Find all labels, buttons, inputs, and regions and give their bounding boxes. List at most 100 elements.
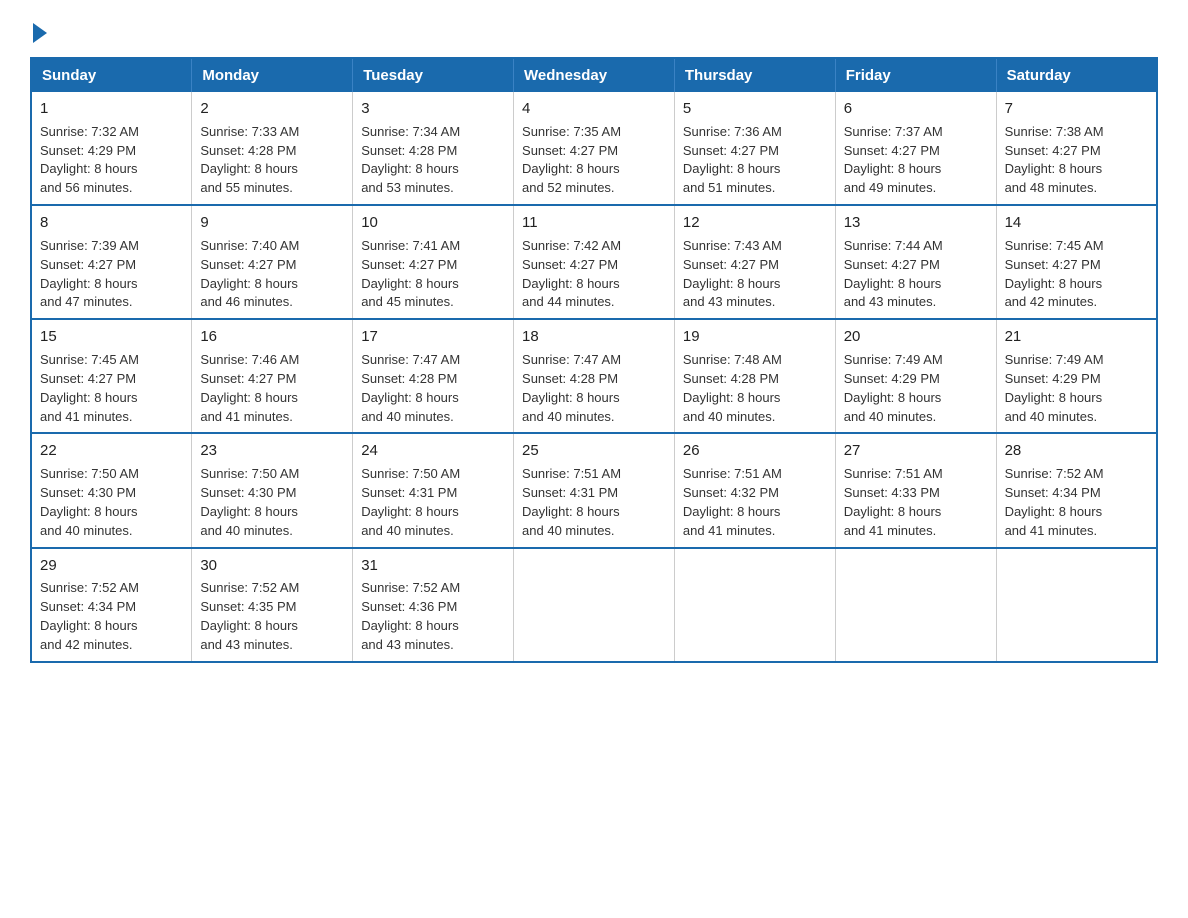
day-number: 2 xyxy=(200,98,344,120)
daylight-text: Daylight: 8 hours xyxy=(200,618,298,633)
daylight-text: Daylight: 8 hours xyxy=(522,276,620,291)
sunrise-text: Sunrise: 7:36 AM xyxy=(683,124,782,139)
sunset-text: Sunset: 4:36 PM xyxy=(361,599,457,614)
calendar-week-row: 29 Sunrise: 7:52 AM Sunset: 4:34 PM Dayl… xyxy=(31,548,1157,662)
day-number: 19 xyxy=(683,326,827,348)
daylight-text2: and 41 minutes. xyxy=(200,409,293,424)
sunrise-text: Sunrise: 7:32 AM xyxy=(40,124,139,139)
day-number: 17 xyxy=(361,326,505,348)
sunset-text: Sunset: 4:27 PM xyxy=(844,257,940,272)
daylight-text: Daylight: 8 hours xyxy=(522,390,620,405)
weekday-header-friday: Friday xyxy=(835,58,996,92)
daylight-text2: and 40 minutes. xyxy=(522,409,615,424)
day-number: 23 xyxy=(200,440,344,462)
daylight-text2: and 41 minutes. xyxy=(844,523,937,538)
weekday-header-saturday: Saturday xyxy=(996,58,1157,92)
day-number: 31 xyxy=(361,555,505,577)
sunrise-text: Sunrise: 7:42 AM xyxy=(522,238,621,253)
day-number: 24 xyxy=(361,440,505,462)
sunrise-text: Sunrise: 7:45 AM xyxy=(40,352,139,367)
daylight-text: Daylight: 8 hours xyxy=(844,504,942,519)
calendar-cell: 23 Sunrise: 7:50 AM Sunset: 4:30 PM Dayl… xyxy=(192,433,353,547)
calendar-cell: 19 Sunrise: 7:48 AM Sunset: 4:28 PM Dayl… xyxy=(674,319,835,433)
daylight-text: Daylight: 8 hours xyxy=(40,504,138,519)
daylight-text: Daylight: 8 hours xyxy=(683,504,781,519)
daylight-text: Daylight: 8 hours xyxy=(40,276,138,291)
day-number: 16 xyxy=(200,326,344,348)
daylight-text2: and 43 minutes. xyxy=(683,294,776,309)
weekday-header-thursday: Thursday xyxy=(674,58,835,92)
sunset-text: Sunset: 4:29 PM xyxy=(844,371,940,386)
calendar-week-row: 22 Sunrise: 7:50 AM Sunset: 4:30 PM Dayl… xyxy=(31,433,1157,547)
sunset-text: Sunset: 4:28 PM xyxy=(361,371,457,386)
sunrise-text: Sunrise: 7:47 AM xyxy=(522,352,621,367)
calendar-cell: 7 Sunrise: 7:38 AM Sunset: 4:27 PM Dayli… xyxy=(996,92,1157,205)
daylight-text: Daylight: 8 hours xyxy=(361,276,459,291)
daylight-text: Daylight: 8 hours xyxy=(361,504,459,519)
daylight-text: Daylight: 8 hours xyxy=(683,390,781,405)
day-number: 15 xyxy=(40,326,183,348)
sunset-text: Sunset: 4:27 PM xyxy=(361,257,457,272)
sunrise-text: Sunrise: 7:52 AM xyxy=(200,580,299,595)
sunset-text: Sunset: 4:27 PM xyxy=(1005,143,1101,158)
day-number: 28 xyxy=(1005,440,1148,462)
sunrise-text: Sunrise: 7:41 AM xyxy=(361,238,460,253)
sunrise-text: Sunrise: 7:52 AM xyxy=(40,580,139,595)
daylight-text2: and 40 minutes. xyxy=(683,409,776,424)
calendar-cell: 11 Sunrise: 7:42 AM Sunset: 4:27 PM Dayl… xyxy=(514,205,675,319)
day-number: 9 xyxy=(200,212,344,234)
daylight-text2: and 40 minutes. xyxy=(200,523,293,538)
daylight-text2: and 51 minutes. xyxy=(683,180,776,195)
sunrise-text: Sunrise: 7:47 AM xyxy=(361,352,460,367)
sunset-text: Sunset: 4:27 PM xyxy=(40,257,136,272)
sunrise-text: Sunrise: 7:52 AM xyxy=(361,580,460,595)
sunrise-text: Sunrise: 7:51 AM xyxy=(522,466,621,481)
daylight-text: Daylight: 8 hours xyxy=(200,276,298,291)
sunset-text: Sunset: 4:27 PM xyxy=(200,257,296,272)
calendar-cell: 27 Sunrise: 7:51 AM Sunset: 4:33 PM Dayl… xyxy=(835,433,996,547)
calendar-cell: 4 Sunrise: 7:35 AM Sunset: 4:27 PM Dayli… xyxy=(514,92,675,205)
day-number: 10 xyxy=(361,212,505,234)
sunset-text: Sunset: 4:28 PM xyxy=(522,371,618,386)
daylight-text: Daylight: 8 hours xyxy=(361,618,459,633)
daylight-text: Daylight: 8 hours xyxy=(522,504,620,519)
daylight-text: Daylight: 8 hours xyxy=(361,390,459,405)
sunrise-text: Sunrise: 7:39 AM xyxy=(40,238,139,253)
daylight-text: Daylight: 8 hours xyxy=(1005,161,1103,176)
sunset-text: Sunset: 4:33 PM xyxy=(844,485,940,500)
sunrise-text: Sunrise: 7:35 AM xyxy=(522,124,621,139)
sunset-text: Sunset: 4:34 PM xyxy=(40,599,136,614)
daylight-text: Daylight: 8 hours xyxy=(200,390,298,405)
sunrise-text: Sunrise: 7:44 AM xyxy=(844,238,943,253)
sunset-text: Sunset: 4:29 PM xyxy=(1005,371,1101,386)
calendar-week-row: 8 Sunrise: 7:39 AM Sunset: 4:27 PM Dayli… xyxy=(31,205,1157,319)
calendar-cell: 2 Sunrise: 7:33 AM Sunset: 4:28 PM Dayli… xyxy=(192,92,353,205)
daylight-text2: and 42 minutes. xyxy=(40,637,133,652)
calendar-cell: 12 Sunrise: 7:43 AM Sunset: 4:27 PM Dayl… xyxy=(674,205,835,319)
sunrise-text: Sunrise: 7:51 AM xyxy=(844,466,943,481)
sunrise-text: Sunrise: 7:49 AM xyxy=(844,352,943,367)
sunrise-text: Sunrise: 7:52 AM xyxy=(1005,466,1104,481)
daylight-text: Daylight: 8 hours xyxy=(683,276,781,291)
daylight-text: Daylight: 8 hours xyxy=(200,504,298,519)
sunset-text: Sunset: 4:29 PM xyxy=(40,143,136,158)
day-number: 13 xyxy=(844,212,988,234)
daylight-text2: and 41 minutes. xyxy=(683,523,776,538)
sunset-text: Sunset: 4:31 PM xyxy=(522,485,618,500)
daylight-text2: and 43 minutes. xyxy=(361,637,454,652)
calendar-cell: 14 Sunrise: 7:45 AM Sunset: 4:27 PM Dayl… xyxy=(996,205,1157,319)
daylight-text2: and 40 minutes. xyxy=(361,409,454,424)
daylight-text2: and 42 minutes. xyxy=(1005,294,1098,309)
sunrise-text: Sunrise: 7:46 AM xyxy=(200,352,299,367)
day-number: 6 xyxy=(844,98,988,120)
daylight-text: Daylight: 8 hours xyxy=(361,161,459,176)
sunrise-text: Sunrise: 7:50 AM xyxy=(200,466,299,481)
daylight-text2: and 56 minutes. xyxy=(40,180,133,195)
daylight-text2: and 46 minutes. xyxy=(200,294,293,309)
day-number: 29 xyxy=(40,555,183,577)
calendar-cell: 17 Sunrise: 7:47 AM Sunset: 4:28 PM Dayl… xyxy=(353,319,514,433)
sunset-text: Sunset: 4:30 PM xyxy=(200,485,296,500)
calendar-cell: 20 Sunrise: 7:49 AM Sunset: 4:29 PM Dayl… xyxy=(835,319,996,433)
calendar-cell: 28 Sunrise: 7:52 AM Sunset: 4:34 PM Dayl… xyxy=(996,433,1157,547)
day-number: 12 xyxy=(683,212,827,234)
